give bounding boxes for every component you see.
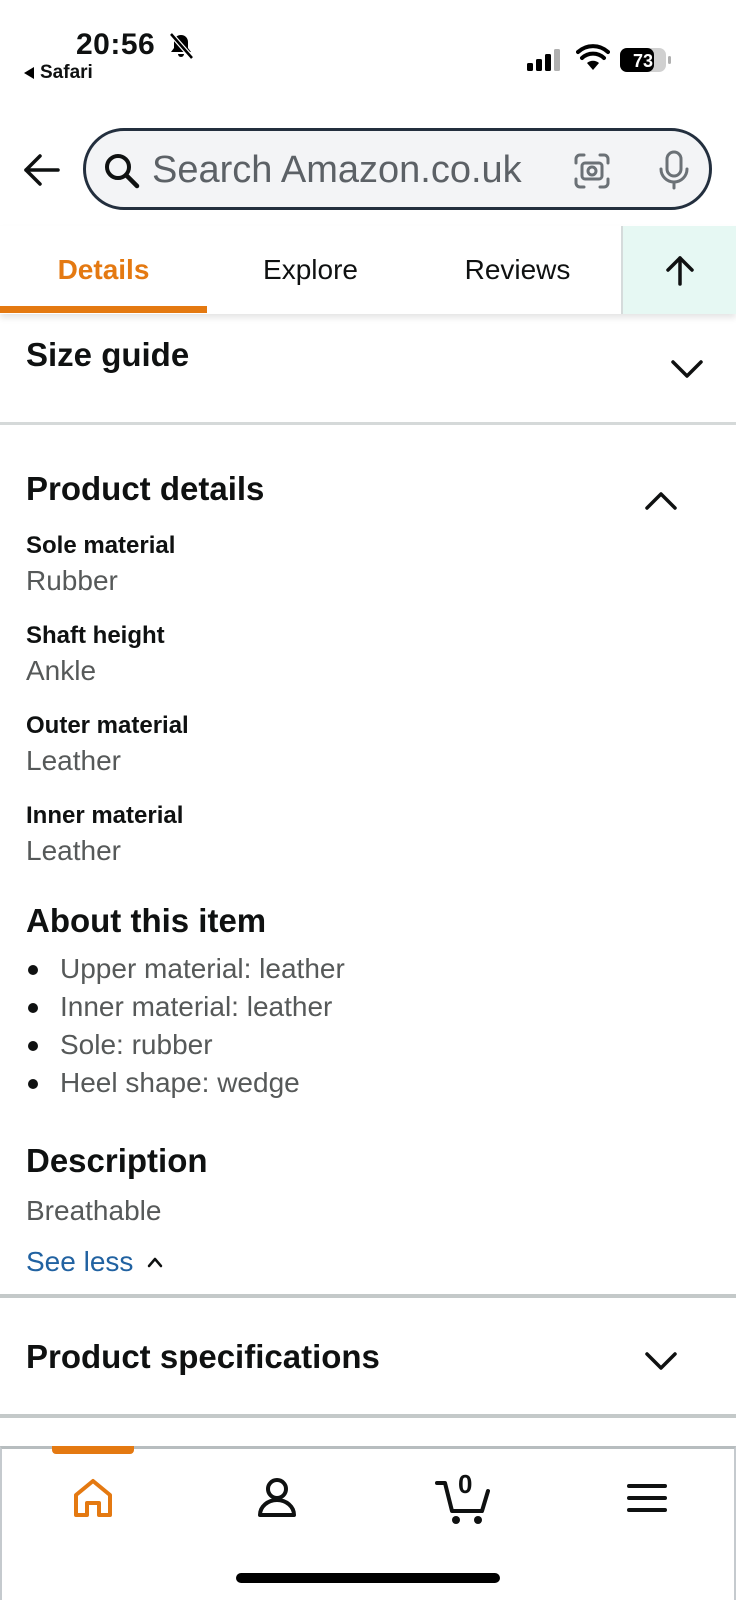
attr-value-shaft-height: Ankle: [26, 655, 97, 686]
about-bullet-list: Upper material: leather Inner material: …: [26, 950, 716, 1102]
account-icon[interactable]: [252, 1473, 302, 1523]
product-specifications-title[interactable]: Product specifications: [26, 1338, 380, 1376]
description-text: Breathable: [26, 1195, 162, 1226]
see-less-label: See less: [26, 1246, 134, 1277]
tab-reviews[interactable]: Reviews: [414, 226, 621, 314]
search-input[interactable]: [152, 145, 552, 195]
product-details-title[interactable]: Product details: [26, 470, 264, 508]
search-icon: [105, 154, 140, 189]
camera-lens-icon[interactable]: [572, 151, 612, 191]
attr-value-inner-material: Leather: [26, 835, 121, 866]
list-item: Inner material: leather: [26, 988, 716, 1026]
home-icon[interactable]: [68, 1473, 118, 1523]
chevron-down-icon[interactable]: [670, 358, 704, 380]
battery-level: 73: [633, 51, 653, 71]
back-to-safari[interactable]: Safari: [24, 62, 93, 84]
bell-muted-icon: [169, 32, 194, 60]
wifi-icon: [576, 44, 610, 70]
status-bar: 20:56 Safari 73: [0, 0, 736, 100]
search-bar[interactable]: [83, 128, 712, 210]
section-divider: [0, 1294, 736, 1298]
cart-count: 0: [458, 1469, 473, 1499]
attr-label-shaft-height: Shaft height: [26, 622, 165, 649]
list-item: Sole: rubber: [26, 1026, 716, 1064]
active-tab-indicator: [0, 306, 207, 313]
chevron-up-icon[interactable]: [644, 490, 678, 512]
attr-value-sole-material: Rubber: [26, 565, 118, 596]
attr-label-sole-material: Sole material: [26, 532, 176, 559]
section-divider: [0, 1414, 736, 1418]
tab-details[interactable]: Details: [0, 226, 207, 314]
scroll-to-top-button[interactable]: [621, 226, 736, 314]
back-triangle-icon: [24, 67, 34, 79]
tab-explore[interactable]: Explore: [207, 226, 414, 314]
cellular-signal-icon: [527, 49, 560, 71]
microphone-icon[interactable]: [654, 149, 694, 191]
list-item: Heel shape: wedge: [26, 1064, 716, 1102]
battery-icon: 73: [620, 48, 671, 72]
section-divider: [0, 422, 736, 425]
arrow-up-icon: [665, 256, 694, 286]
about-this-item-title: About this item: [26, 902, 267, 939]
active-nav-indicator: [52, 1446, 134, 1454]
see-less-link[interactable]: See less: [26, 1246, 163, 1278]
menu-icon[interactable]: [622, 1473, 672, 1523]
attr-label-inner-material: Inner material: [26, 802, 184, 829]
product-tabs: Details Explore Reviews: [0, 226, 736, 314]
description-title: Description: [26, 1142, 208, 1179]
cart-button[interactable]: 0: [434, 1469, 494, 1529]
home-indicator: [236, 1573, 500, 1583]
back-arrow-icon[interactable]: [20, 148, 64, 192]
attr-label-outer-material: Outer material: [26, 712, 189, 739]
chevron-up-small-icon: [148, 1257, 163, 1268]
attr-value-outer-material: Leather: [26, 745, 121, 776]
chevron-down-icon[interactable]: [644, 1350, 678, 1372]
size-guide-title[interactable]: Size guide: [26, 336, 189, 374]
status-time: 20:56: [76, 28, 156, 61]
list-item: Upper material: leather: [26, 950, 716, 988]
back-app-label: Safari: [40, 62, 93, 83]
